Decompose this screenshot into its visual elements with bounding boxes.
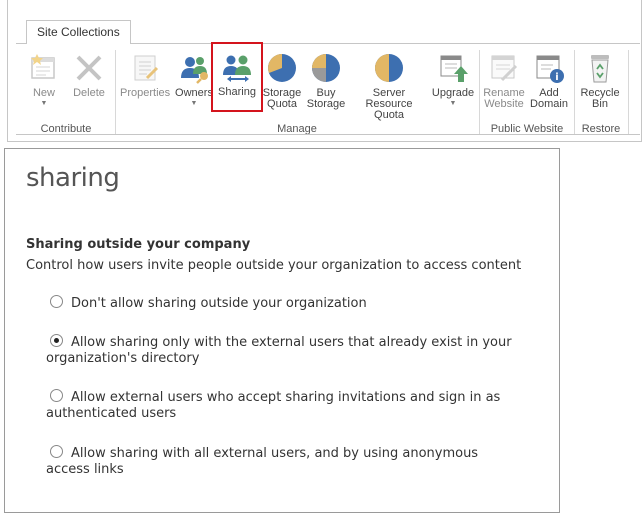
svg-text:i: i bbox=[555, 72, 558, 83]
section-description: Control how users invite people outside … bbox=[26, 258, 522, 273]
delete-icon bbox=[73, 52, 105, 84]
new-label: New bbox=[32, 87, 55, 99]
option-label: Don't allow sharing outside your organiz… bbox=[71, 296, 367, 311]
owners-icon bbox=[178, 52, 210, 84]
sharing-icon bbox=[221, 51, 253, 83]
option-no-external-sharing[interactable]: Don't allow sharing outside your organiz… bbox=[46, 295, 546, 312]
group-separator bbox=[628, 50, 629, 134]
upgrade-label: Upgrade bbox=[431, 87, 475, 99]
section-heading: Sharing outside your company bbox=[26, 237, 251, 252]
group-separator bbox=[115, 50, 116, 134]
option-label: Allow sharing only with the external use… bbox=[71, 335, 512, 350]
rename-website-icon bbox=[488, 52, 520, 84]
upgrade-button[interactable]: Upgrade ▼ bbox=[430, 52, 476, 108]
delete-label: Delete bbox=[73, 87, 105, 99]
option-authenticated-users[interactable]: Allow external users who accept sharing … bbox=[46, 389, 546, 422]
buy-storage-button[interactable]: Buy Storage bbox=[305, 52, 347, 110]
option-label: Allow external users who accept sharing … bbox=[71, 390, 501, 405]
option-label-continued: authenticated users bbox=[46, 406, 177, 421]
sharing-button[interactable]: Sharing bbox=[211, 42, 263, 112]
owners-label: Owners bbox=[175, 87, 213, 99]
server-resource-quota-label-2: Quota bbox=[374, 109, 404, 121]
buy-storage-pie-icon bbox=[310, 52, 342, 84]
radio-button-selected[interactable] bbox=[50, 334, 63, 347]
properties-button[interactable]: Properties bbox=[120, 52, 170, 99]
ribbon: Site Collections New ▼ Delete Contribute… bbox=[0, 0, 644, 144]
server-resource-quota-label-1: Server Resource bbox=[365, 87, 413, 110]
new-dropdown-icon: ▼ bbox=[40, 100, 48, 107]
ribbon-bottom-border bbox=[16, 134, 640, 135]
new-site-icon bbox=[28, 52, 60, 84]
recycle-bin-icon bbox=[584, 52, 616, 84]
rename-website-label-2: Website bbox=[484, 98, 524, 110]
sharing-panel: sharing Sharing outside your company Con… bbox=[4, 148, 560, 513]
option-label: Allow sharing with all external users, a… bbox=[71, 446, 479, 461]
option-label-continued: access links bbox=[46, 462, 124, 477]
owners-dropdown-icon: ▼ bbox=[190, 100, 198, 107]
owners-button[interactable]: Owners ▼ bbox=[174, 52, 214, 108]
sharing-label: Sharing bbox=[218, 86, 256, 98]
radio-button[interactable] bbox=[50, 295, 63, 308]
group-separator bbox=[574, 50, 575, 134]
recycle-bin-button[interactable]: Recycle Bin bbox=[578, 52, 622, 110]
option-anonymous-access-links[interactable]: Allow sharing with all external users, a… bbox=[46, 445, 546, 478]
buy-storage-label-2: Storage bbox=[306, 98, 346, 110]
radio-button[interactable] bbox=[50, 389, 63, 402]
recycle-bin-label-2: Bin bbox=[592, 98, 608, 110]
rename-website-button[interactable]: Rename Website bbox=[482, 52, 526, 110]
radio-button[interactable] bbox=[50, 445, 63, 458]
tab-site-collections[interactable]: Site Collections bbox=[26, 20, 131, 44]
storage-quota-button[interactable]: Storage Quota bbox=[262, 52, 302, 110]
new-button[interactable]: New ▼ bbox=[24, 52, 64, 108]
upgrade-icon bbox=[437, 52, 469, 84]
page-title: sharing bbox=[26, 163, 120, 193]
properties-icon bbox=[129, 52, 161, 84]
storage-quota-label-2: Quota bbox=[267, 98, 297, 110]
option-label-continued: organization's directory bbox=[46, 351, 200, 366]
properties-label: Properties bbox=[120, 87, 171, 99]
add-domain-label-2: Domain bbox=[530, 98, 568, 110]
option-existing-external-users[interactable]: Allow sharing only with the external use… bbox=[46, 334, 546, 367]
storage-quota-pie-icon bbox=[266, 52, 298, 84]
ribbon-body: New ▼ Delete Contribute Properties Owner… bbox=[16, 42, 640, 135]
server-resource-quota-pie-icon bbox=[373, 52, 405, 84]
delete-button[interactable]: Delete bbox=[71, 52, 107, 99]
add-domain-icon: i bbox=[533, 52, 565, 84]
group-separator bbox=[479, 50, 480, 134]
add-domain-button[interactable]: i Add Domain bbox=[528, 52, 570, 110]
upgrade-dropdown-icon: ▼ bbox=[449, 100, 457, 107]
server-resource-quota-button[interactable]: Server Resource Quota bbox=[349, 52, 429, 121]
